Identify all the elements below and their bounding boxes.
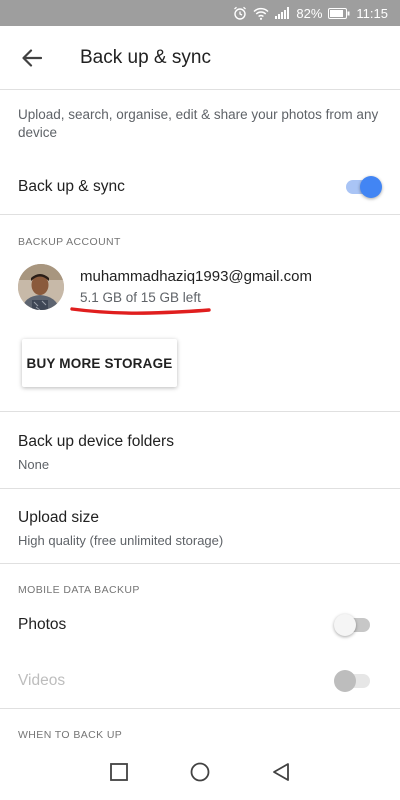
mobile-data-header: MOBILE DATA BACKUP [18,584,140,596]
arrow-left-icon [22,48,42,67]
navigation-bar [0,744,400,800]
recents-button[interactable] [104,757,134,787]
divider [0,708,400,709]
toggle-thumb [334,670,356,692]
buy-more-storage-button[interactable]: BUY MORE STORAGE [22,339,177,387]
triangle-icon [273,763,290,781]
signal-icon [275,7,290,19]
battery-icon [328,7,350,19]
photos-label: Photos [18,616,67,633]
divider [0,214,400,215]
square-icon [109,763,128,781]
wifi-icon [253,7,269,20]
page-title: Back up & sync [80,46,211,68]
backup-account-header: BACKUP ACCOUNT [18,236,121,248]
photos-row[interactable]: Photos [0,604,400,648]
device-folders-row[interactable]: Back up device folders None [0,412,400,488]
avatar[interactable] [18,264,64,310]
device-folders-label: Back up device folders [18,433,174,450]
app-bar: Back up & sync [0,26,400,90]
toggle-thumb [360,176,382,198]
storage-remaining: 5.1 GB of 15 GB left [80,290,201,305]
device-folders-value: None [18,457,50,472]
photos-toggle[interactable] [334,614,372,636]
alarm-icon [234,6,247,20]
status-bar: 82% 11:15 [0,0,400,26]
battery-percent: 82% [296,5,323,21]
toggle-thumb [334,614,356,636]
circle-icon [190,762,210,782]
red-underline-annotation [70,307,211,315]
account-email: muhammadhaziq1993@gmail.com [80,268,313,285]
backup-sync-toggle[interactable] [344,176,382,198]
backup-sync-label: Back up & sync [18,178,125,195]
upload-size-label: Upload size [18,509,99,526]
when-to-backup-header: WHEN TO BACK UP [18,729,123,741]
person-icon [18,264,64,310]
description: Upload, search, organise, edit & share y… [18,107,379,140]
videos-row: Videos [0,660,400,704]
backup-sync-row[interactable]: Back up & sync [0,164,400,212]
upload-size-value: High quality (free unlimited storage) [18,533,224,548]
videos-toggle [334,670,372,692]
upload-size-row[interactable]: Upload size High quality (free unlimited… [0,489,400,563]
videos-label: Videos [18,672,66,689]
back-button[interactable] [2,26,62,90]
nav-back-button[interactable] [266,757,296,787]
divider [0,563,400,564]
home-button[interactable] [185,757,215,787]
clock: 11:15 [356,5,388,21]
